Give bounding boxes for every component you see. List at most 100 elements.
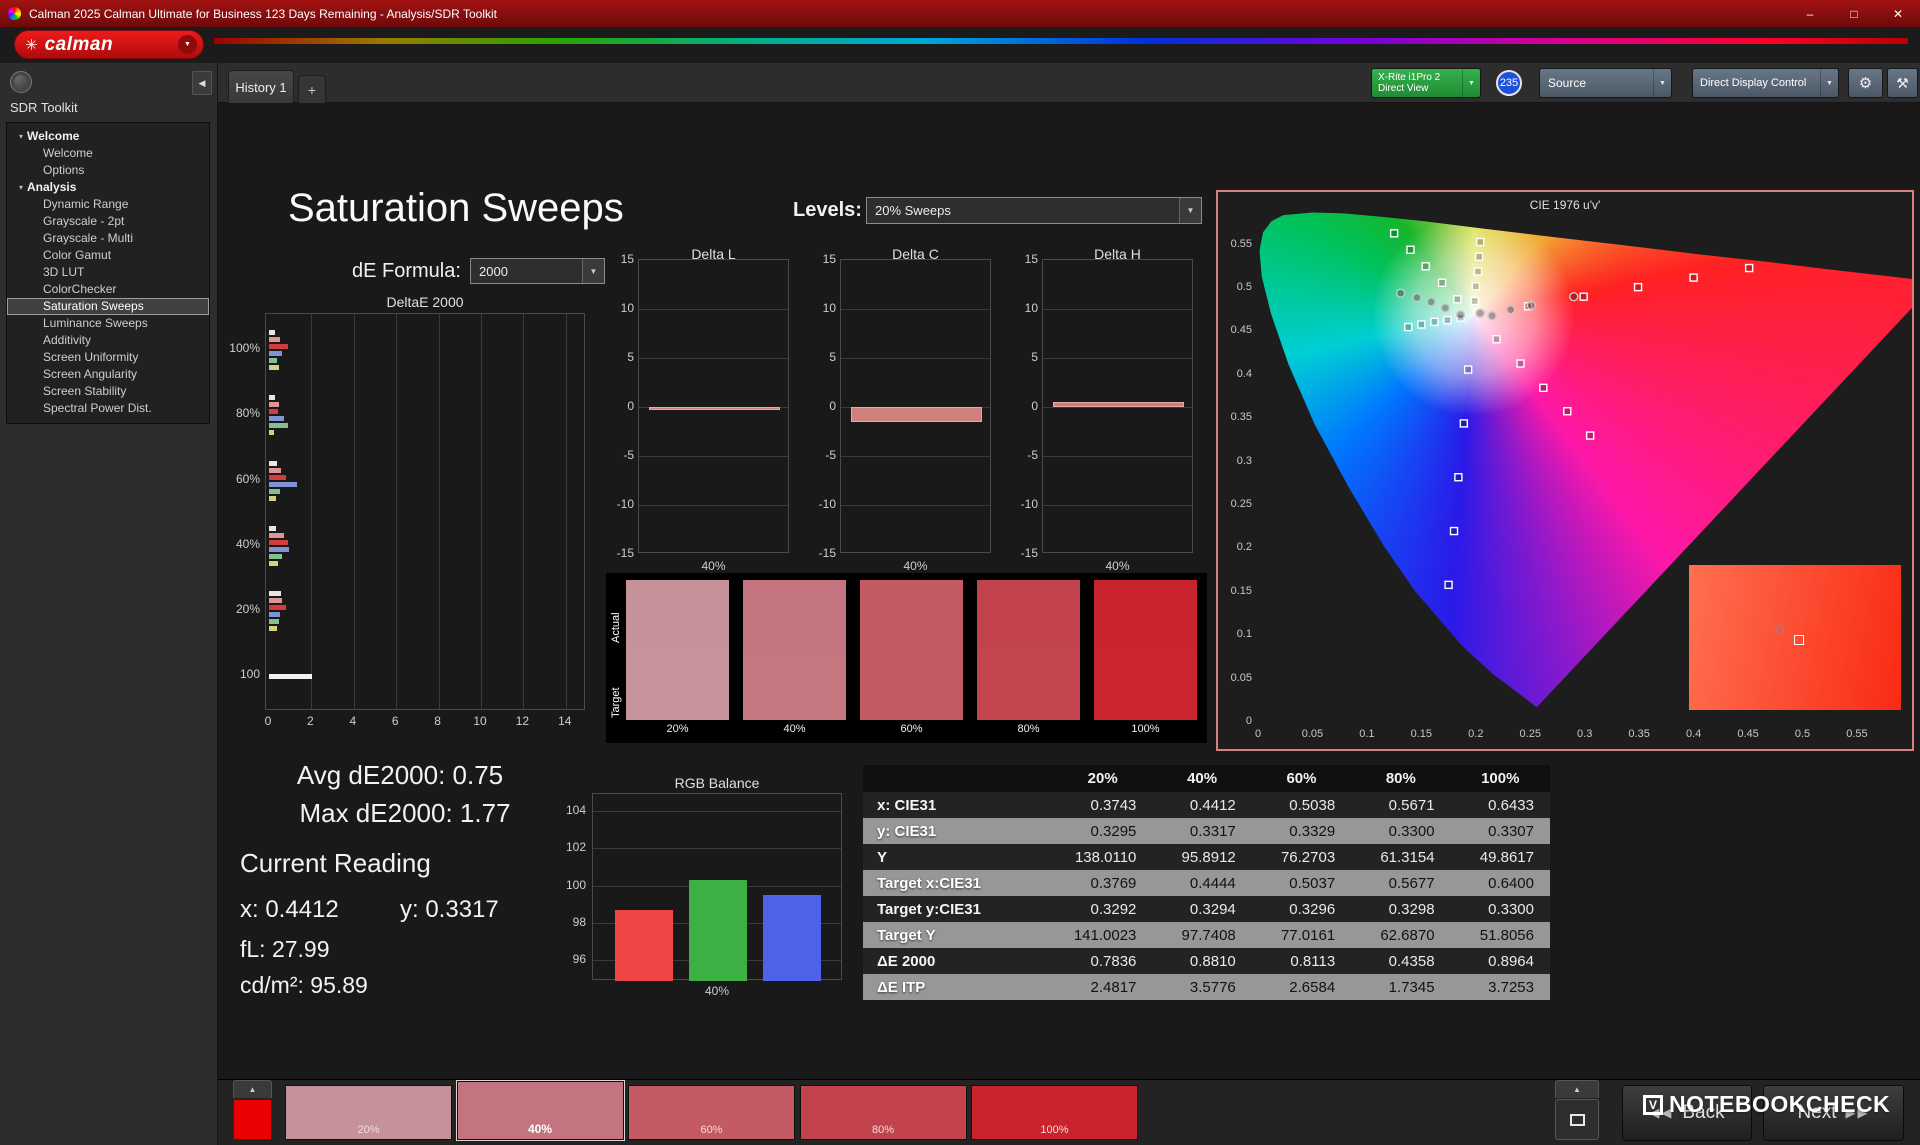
- display-control-dropdown[interactable]: Direct Display Control ▼: [1692, 68, 1839, 98]
- target-count-badge[interactable]: 235: [1496, 70, 1522, 96]
- window-popup-tab[interactable]: ▲: [1555, 1080, 1599, 1098]
- table-cell: 0.8810: [1152, 948, 1251, 974]
- target-point: [1460, 420, 1467, 427]
- de-formula-value: 2000: [479, 264, 508, 279]
- sweep-swatch-label: 40%: [743, 723, 846, 735]
- tree-item-color-gamut[interactable]: Color Gamut: [7, 247, 209, 264]
- source-dropdown-label: Source: [1548, 76, 1586, 90]
- chevron-left-icon: ◀: [199, 78, 206, 89]
- de-bar: [269, 351, 282, 356]
- target-point: [1746, 265, 1753, 272]
- workflow-icon[interactable]: [10, 71, 32, 93]
- next-button[interactable]: Next ▶▶: [1763, 1085, 1904, 1141]
- minimize-button[interactable]: –: [1788, 0, 1832, 27]
- back-chevrons-icon: ◀◀: [1649, 1105, 1673, 1121]
- pattern-window-button[interactable]: [1555, 1099, 1599, 1140]
- tree-item-screen-stability[interactable]: Screen Stability: [7, 383, 209, 400]
- tools-button[interactable]: ⚒: [1887, 68, 1918, 98]
- source-dropdown[interactable]: Source ▼: [1539, 68, 1672, 98]
- tree-item-screen-uniformity[interactable]: Screen Uniformity: [7, 349, 209, 366]
- table-cell: 141.0023: [1053, 922, 1152, 948]
- y-tick-label: 5: [610, 350, 634, 364]
- tree-item-dynamic-range[interactable]: Dynamic Range: [7, 196, 209, 213]
- tree-item-3d-lut[interactable]: 3D LUT: [7, 264, 209, 281]
- target-point: [1451, 528, 1458, 535]
- current-patch-swatch[interactable]: [233, 1099, 272, 1140]
- gridline: [841, 309, 990, 310]
- de-bar: [269, 605, 286, 610]
- y-tick-label: -15: [610, 546, 634, 560]
- bottom-patch-100[interactable]: 100%: [971, 1085, 1138, 1140]
- chevron-down-icon: ▼: [582, 259, 604, 283]
- x-tick-label: 4: [341, 714, 365, 728]
- gridline: [1043, 505, 1192, 506]
- y-tick-label: 10: [610, 301, 634, 315]
- expander-icon[interactable]: ▾: [19, 128, 23, 145]
- de-bar: [269, 461, 277, 466]
- delta_h-plot: [1042, 259, 1193, 553]
- sweep-swatch-100: [1094, 580, 1197, 720]
- x-tick-label: 6: [383, 714, 407, 728]
- de-bar: [269, 591, 281, 596]
- tree-item-grayscale-multi[interactable]: Grayscale - Multi: [7, 230, 209, 247]
- row-label: Target y:CIE31: [863, 896, 1053, 922]
- y-tick-label: 100: [556, 878, 586, 892]
- settings-button[interactable]: ⚙: [1848, 68, 1883, 98]
- close-button[interactable]: ✕: [1876, 0, 1920, 27]
- next-chevrons-icon: ▶▶: [1846, 1105, 1870, 1121]
- x-tick-label: 0.3: [1570, 728, 1600, 740]
- tree-item-luminance-sweeps[interactable]: Luminance Sweeps: [7, 315, 209, 332]
- maximize-button[interactable]: □: [1832, 0, 1876, 27]
- tree-item-additivity[interactable]: Additivity: [7, 332, 209, 349]
- sweep-swatch-label: 100%: [1094, 723, 1197, 735]
- target-point: [1454, 296, 1461, 303]
- tree-item-saturation-sweeps[interactable]: Saturation Sweeps: [7, 298, 209, 315]
- expander-icon[interactable]: ▾: [19, 179, 23, 196]
- de-formula-select[interactable]: 2000 ▼: [470, 258, 605, 284]
- tree-item-welcome[interactable]: Welcome: [7, 145, 209, 162]
- patch-popup-tab[interactable]: ▲: [233, 1080, 272, 1098]
- tree-group-analysis[interactable]: ▾Analysis: [7, 179, 209, 196]
- titlebar: Calman 2025 Calman Ultimate for Business…: [0, 0, 1920, 27]
- bottom-patch-label: 20%: [286, 1124, 451, 1136]
- tree-group-welcome[interactable]: ▾Welcome: [7, 128, 209, 145]
- de-bar: [269, 365, 279, 370]
- tree-item-colorchecker[interactable]: ColorChecker: [7, 281, 209, 298]
- bottom-patch-40[interactable]: 40%: [457, 1081, 624, 1140]
- row-header-column: [863, 765, 1053, 792]
- x-category-label: 40%: [840, 559, 991, 573]
- current-patch-inset: [1689, 565, 1901, 710]
- back-button[interactable]: ◀◀ Back: [1622, 1085, 1752, 1141]
- gridline: [841, 358, 990, 359]
- tree-item-spectral-power-dist[interactable]: Spectral Power Dist.: [7, 400, 209, 417]
- measured-point: [1507, 306, 1515, 314]
- y-tick-label: 5: [812, 350, 836, 364]
- tree-item-screen-angularity[interactable]: Screen Angularity: [7, 366, 209, 383]
- de-bar: [269, 402, 279, 407]
- back-button-label: Back: [1682, 1102, 1724, 1124]
- group-label: 20%: [220, 602, 260, 616]
- meter-dropdown[interactable]: X-Rite i1Pro 2 Direct View ▼: [1371, 68, 1481, 98]
- logo-menu-button[interactable]: ▼: [178, 35, 197, 54]
- table-cell: 0.7836: [1053, 948, 1152, 974]
- calman-logo-button[interactable]: ✳ calman ▼: [14, 30, 204, 59]
- de-bar: [269, 561, 278, 566]
- table-cell: 0.6400: [1451, 870, 1550, 896]
- page-title: Saturation Sweeps: [288, 186, 624, 231]
- x-tick-label: 0.25: [1515, 728, 1545, 740]
- chevron-up-icon: ▲: [249, 1085, 257, 1094]
- y-tick-label: -10: [812, 497, 836, 511]
- sweep-swatch-label: 80%: [977, 723, 1080, 735]
- tab-history-1[interactable]: History 1: [228, 70, 294, 103]
- x-tick-label: 0: [1243, 728, 1273, 740]
- de-bar: [269, 626, 277, 631]
- tree-item-options[interactable]: Options: [7, 162, 209, 179]
- sidebar-collapse-button[interactable]: ◀: [192, 71, 212, 95]
- add-tab-button[interactable]: +: [298, 75, 326, 103]
- tree-item-grayscale-2pt[interactable]: Grayscale - 2pt: [7, 213, 209, 230]
- bottom-patch-20[interactable]: 20%: [285, 1085, 452, 1140]
- levels-select[interactable]: 20% Sweeps ▼: [866, 197, 1202, 224]
- bottom-patch-80[interactable]: 80%: [800, 1085, 967, 1140]
- y-tick-label: 0.1: [1220, 628, 1252, 640]
- bottom-patch-60[interactable]: 60%: [628, 1085, 795, 1140]
